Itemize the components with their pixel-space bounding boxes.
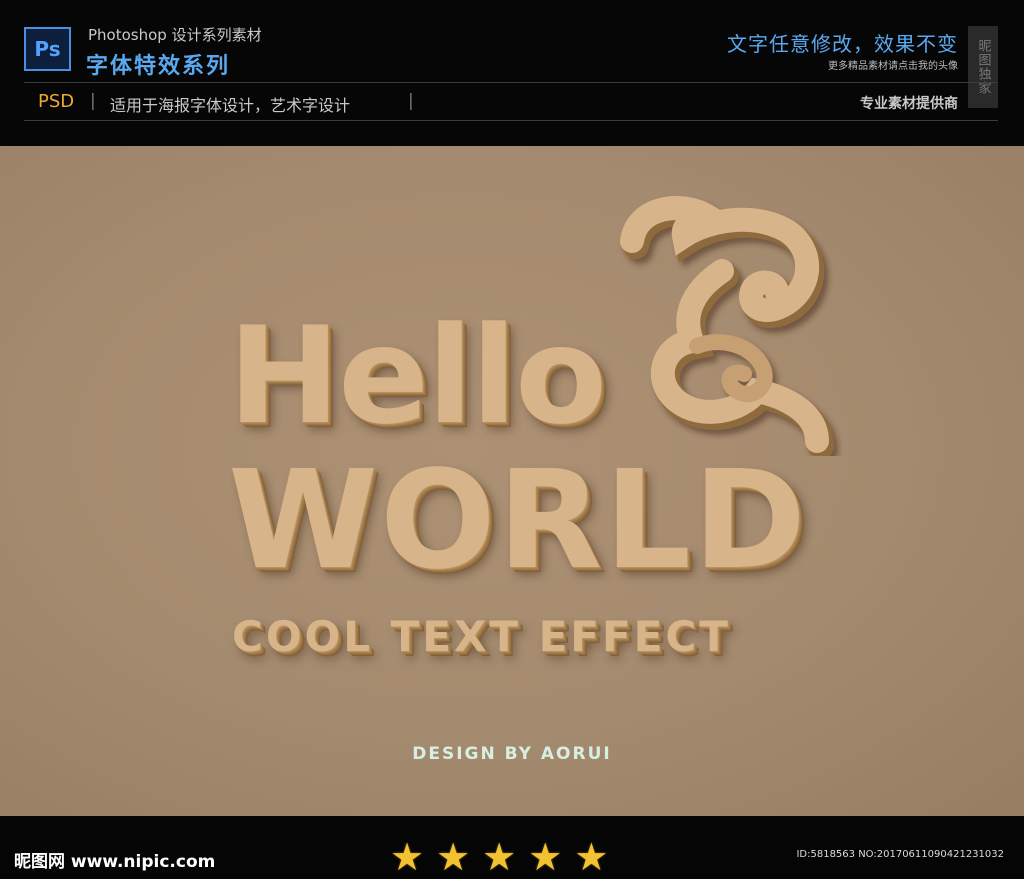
header-title: 字体特效系列 (86, 54, 231, 79)
poster-text-world: WORLD (228, 442, 808, 600)
swirl-ornament-icon (620, 196, 834, 456)
design-credit: DESIGN BY AORUI (412, 744, 612, 764)
star-icon: ★ (390, 835, 425, 879)
header-bar: Ps Photoshop 设计系列素材 字体特效系列 文字任意修改，效果不变 更… (0, 0, 1024, 146)
star-icon: ★ (528, 835, 563, 879)
poster-artwork: Hello WORLD COOL TEXT EFFECT DESIGN BY A… (0, 146, 1024, 816)
provider-label: 专业素材提供商 (860, 96, 958, 112)
header-description: 适用于海报字体设计，艺术字设计 (110, 96, 351, 115)
header-right-title: 文字任意修改，效果不变 (727, 32, 958, 56)
photoshop-logo-icon: Ps (24, 27, 71, 71)
star-icon: ★ (436, 835, 471, 879)
header-divider (24, 82, 998, 83)
star-icon: ★ (482, 835, 517, 879)
header-divider (24, 120, 998, 121)
image-id-label: ID:5818563 NO:20170611090421231032 (796, 849, 1004, 860)
format-label: PSD (38, 91, 75, 112)
poster-text-cool-text-effect: COOL TEXT EFFECT (232, 612, 731, 661)
separator: | (90, 91, 96, 111)
star-icon: ★ (574, 835, 609, 879)
footer-bar: 昵图网 www.nipic.com ★ ★ ★ ★ ★ ID:5818563 N… (0, 816, 1024, 877)
watermark-stamp: 昵图独家 (968, 26, 998, 108)
rating-stars: ★ ★ ★ ★ ★ (390, 838, 608, 876)
header-right-subtitle: 更多精品素材请点击我的头像 (828, 61, 958, 72)
header-subtitle: Photoshop 设计系列素材 (88, 26, 262, 44)
separator: | (408, 91, 414, 111)
poster-text-hello: Hello (228, 298, 607, 454)
site-watermark: 昵图网 www.nipic.com (14, 852, 216, 872)
